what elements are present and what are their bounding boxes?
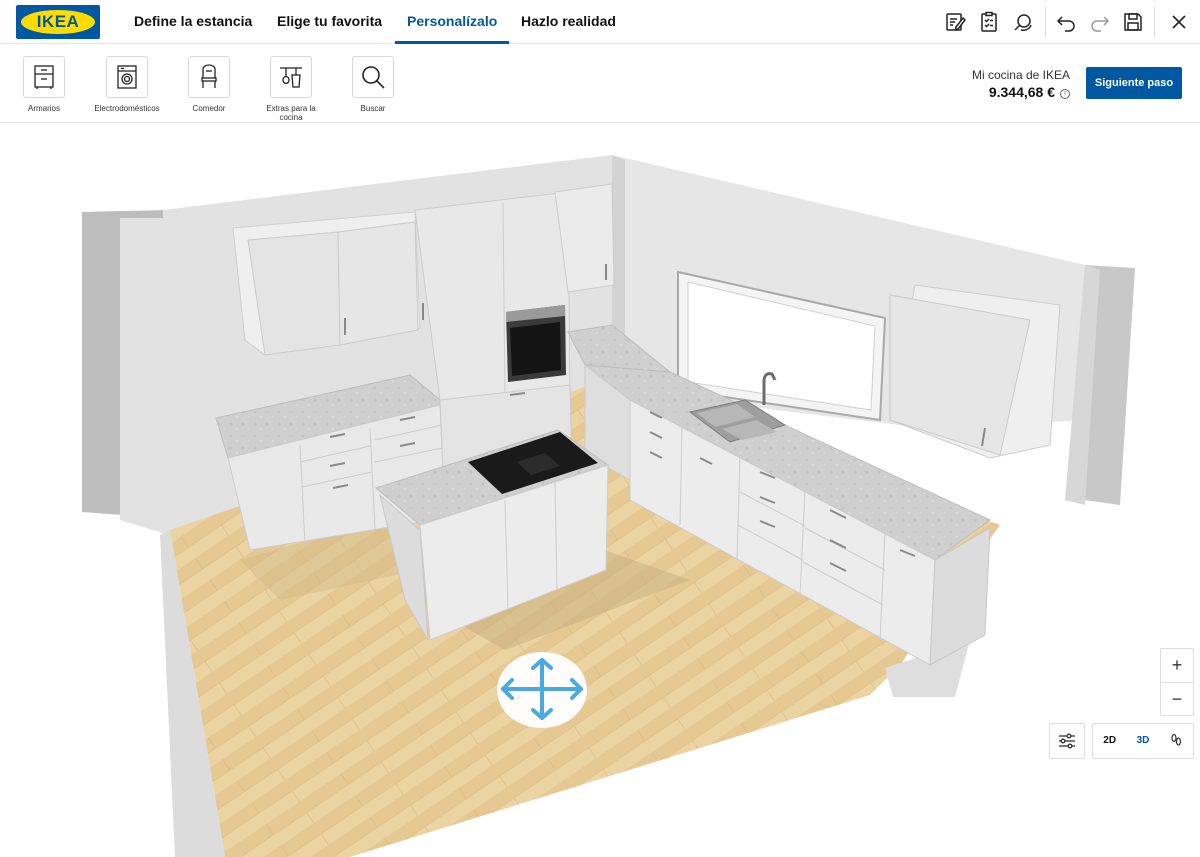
close-icon[interactable] — [1166, 9, 1192, 35]
category-search[interactable]: Buscar — [338, 56, 408, 113]
tab-make-it-real[interactable]: Hazlo realidad — [521, 0, 616, 44]
redo-icon[interactable] — [1087, 9, 1113, 35]
kitchen-name: Mi cocina de IKEA — [971, 68, 1070, 82]
logo-text: IKEA — [36, 12, 80, 31]
kitchen-utensils-icon — [270, 56, 312, 98]
toolbar-divider — [1154, 6, 1155, 38]
toolbar-divider — [1045, 6, 1046, 38]
category-label: Buscar — [360, 104, 386, 113]
sliders-icon — [1059, 733, 1075, 749]
info-icon[interactable]: i — [1060, 89, 1070, 99]
chair-icon — [188, 56, 230, 98]
category-kitchen-extras[interactable]: Extras para la cocina — [256, 56, 326, 122]
view-mode-switch: 2D 3D — [1092, 723, 1194, 759]
price-value: 9.344,68 € — [988, 84, 1055, 100]
zoom-out-button[interactable]: − — [1161, 682, 1193, 715]
tab-customize[interactable]: Personalízalo — [394, 0, 510, 44]
zoom-controls: + − — [1160, 648, 1194, 716]
cabinet-icon — [23, 56, 65, 98]
tab-choose-favorite[interactable]: Elige tu favorita — [277, 0, 382, 44]
search-icon — [352, 56, 394, 98]
category-label: Armarios — [27, 104, 60, 113]
top-navigation-bar: IKEA Define la estancia Elige tu favorit… — [0, 0, 1200, 44]
tab-define-room[interactable]: Define la estancia — [134, 0, 252, 44]
move-handle — [497, 652, 587, 728]
edit-notes-icon[interactable] — [942, 9, 968, 35]
kitchen-planner-app: IKEA Define la estancia Elige tu favorit… — [0, 0, 1200, 857]
checklist-icon[interactable] — [976, 9, 1002, 35]
search-3d-icon[interactable] — [1010, 9, 1036, 35]
category-label: Extras para la cocina — [266, 104, 316, 122]
ikea-logo[interactable]: IKEA — [16, 5, 100, 39]
category-label: Comedor — [192, 104, 226, 113]
next-step-button[interactable]: Siguiente paso — [1086, 67, 1182, 99]
kitchen-3d-viewport[interactable] — [0, 124, 1200, 857]
category-label: Electrodomésticos — [94, 104, 160, 113]
view-2d-button[interactable]: 2D — [1093, 724, 1126, 758]
footsteps-icon — [1171, 734, 1182, 746]
kitchen-3d-render — [82, 155, 1135, 857]
walkthrough-button[interactable] — [1160, 724, 1193, 758]
washing-machine-icon — [106, 56, 148, 98]
category-appliances[interactable]: Electrodomésticos — [92, 56, 162, 113]
product-category-toolbar: Armarios Electrodomésticos Comedor Extra… — [0, 44, 1200, 123]
view-settings-button[interactable] — [1049, 723, 1085, 759]
category-dining[interactable]: Comedor — [174, 56, 244, 113]
view-3d-button[interactable]: 3D — [1126, 724, 1159, 758]
category-cabinets[interactable]: Armarios — [9, 56, 79, 113]
undo-icon[interactable] — [1053, 9, 1079, 35]
save-icon[interactable] — [1120, 9, 1146, 35]
zoom-in-button[interactable]: + — [1161, 649, 1193, 682]
kitchen-total-price: 9.344,68 € i — [989, 84, 1070, 100]
